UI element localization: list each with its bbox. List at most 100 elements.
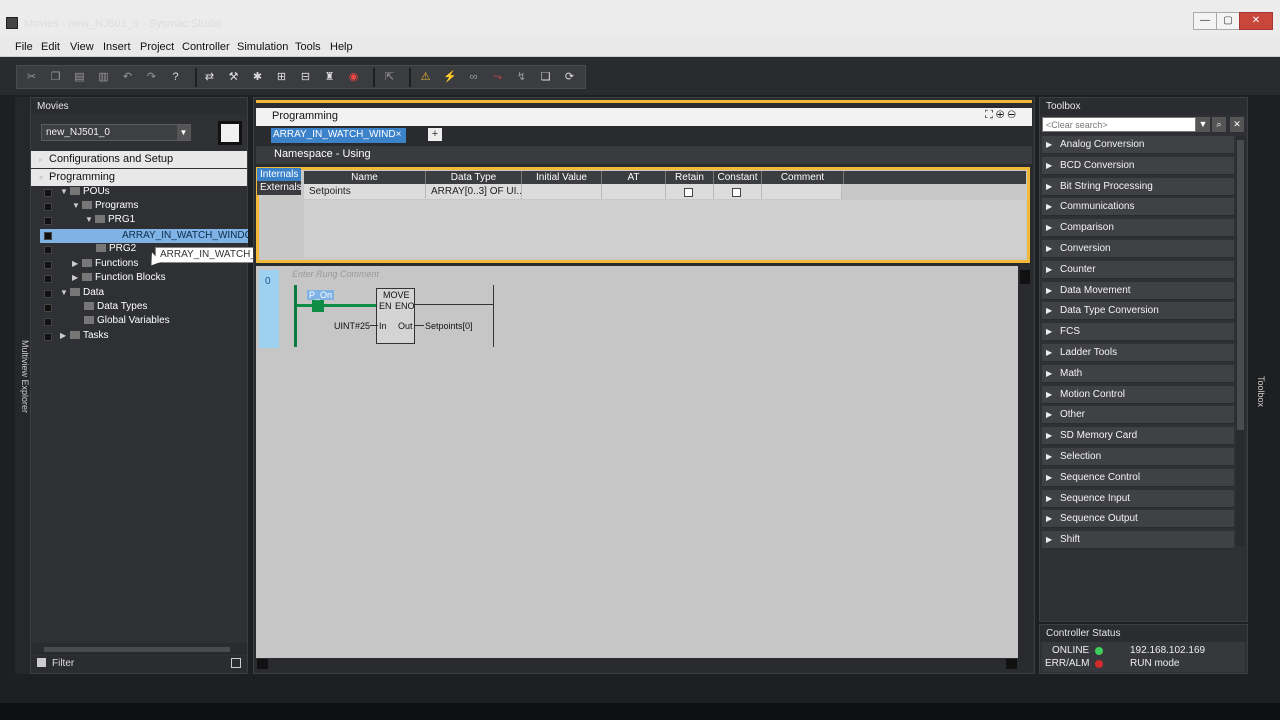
- toolbox-category[interactable]: ▶ Motion Control: [1042, 385, 1234, 404]
- toolbox-category[interactable]: ▶ Data Type Conversion: [1042, 302, 1234, 321]
- tree-item-prg1[interactable]: ▼ PRG1: [85, 214, 135, 228]
- menu-controller[interactable]: Controller: [182, 41, 230, 53]
- toolbox-vscroll-thumb[interactable]: [1237, 140, 1244, 430]
- filter-options-icon[interactable]: [231, 658, 241, 668]
- help-icon[interactable]: ?: [169, 71, 182, 84]
- menu-view[interactable]: View: [70, 41, 94, 53]
- namespace-bar[interactable]: Namespace - Using: [256, 146, 1032, 164]
- copy-icon[interactable]: ❐: [49, 71, 62, 84]
- toolbox-category[interactable]: ▶ BCD Conversion: [1042, 156, 1234, 175]
- tree-item-data-types[interactable]: Data Types: [84, 301, 147, 315]
- toolbox-category[interactable]: ▶ Communications: [1042, 198, 1234, 217]
- contact-p-on[interactable]: [312, 298, 324, 312]
- monitor-icon[interactable]: ⇱: [383, 71, 396, 84]
- column-data-type[interactable]: Data Type: [426, 171, 522, 184]
- tab-array-in-watch-window[interactable]: ARRAY_IN_WATCH_WIND×: [271, 128, 406, 143]
- find-icon[interactable]: ♜: [323, 71, 336, 84]
- menu-file[interactable]: File: [15, 41, 33, 53]
- column-constant[interactable]: Constant: [714, 171, 762, 184]
- toolbox-category[interactable]: ▶ Conversion: [1042, 240, 1234, 258]
- redo-icon[interactable]: ↷: [145, 71, 158, 84]
- table-row[interactable]: Setpoints ARRAY[0..3] OF UI...: [304, 184, 842, 199]
- retain-checkbox[interactable]: [684, 188, 693, 197]
- online-icon[interactable]: ⇄: [203, 71, 216, 84]
- cross-reference-icon[interactable]: ✱: [251, 71, 264, 84]
- cell-initial-value[interactable]: [522, 184, 602, 199]
- menu-project[interactable]: Project: [140, 41, 174, 53]
- explorer-scroll-thumb[interactable]: [44, 647, 230, 652]
- column-retain[interactable]: Retain: [666, 171, 714, 184]
- stop-icon[interactable]: ◉: [347, 71, 360, 84]
- warning-icon[interactable]: ⚠: [419, 71, 432, 84]
- maximize-button[interactable]: ▢: [1216, 12, 1240, 30]
- toolbox-category[interactable]: ▶ SD Memory Card: [1042, 427, 1234, 446]
- chevron-down-icon[interactable]: ▼: [1196, 117, 1210, 132]
- toolbox-side-label[interactable]: Toolbox: [1252, 376, 1266, 436]
- run-icon[interactable]: ↯: [515, 71, 528, 84]
- column-initial-value[interactable]: Initial Value: [522, 171, 602, 184]
- scroll-right-button[interactable]: [1006, 659, 1017, 669]
- output-variable[interactable]: Setpoints[0]: [425, 321, 473, 331]
- cut-icon[interactable]: ✂: [25, 71, 38, 84]
- tree-item-global-variables[interactable]: Global Variables: [84, 315, 170, 329]
- ladder-vscroll-thumb[interactable]: [1020, 270, 1030, 284]
- toolbox-category[interactable]: ▶ Sequence Control: [1042, 468, 1234, 487]
- section-configurations[interactable]: ▸ Configurations and Setup: [31, 151, 247, 168]
- paste-icon[interactable]: ▤: [73, 71, 86, 84]
- delete-icon[interactable]: ▥: [97, 71, 110, 84]
- cell-at[interactable]: [602, 184, 666, 199]
- filter-bar[interactable]: Filter: [31, 656, 247, 673]
- rung-comment[interactable]: Enter Rung Comment: [292, 269, 379, 279]
- minimize-button[interactable]: —: [1193, 12, 1217, 30]
- window-icon[interactable]: ❏: [539, 71, 552, 84]
- add-tab-button[interactable]: +: [428, 128, 442, 141]
- constant-checkbox[interactable]: [732, 188, 741, 197]
- ladder-vscrollbar[interactable]: [1019, 266, 1031, 658]
- column-at[interactable]: AT: [602, 171, 666, 184]
- ladder-hscrollbar[interactable]: [256, 658, 1018, 670]
- toolbox-category[interactable]: ▶ Counter: [1042, 260, 1234, 279]
- column-comment[interactable]: Comment: [762, 171, 844, 184]
- toolbox-category[interactable]: ▶ Sequence Input: [1042, 489, 1234, 508]
- close-button[interactable]: ✕: [1239, 12, 1273, 30]
- compare-icon[interactable]: ⊟: [299, 71, 312, 84]
- menu-tools[interactable]: Tools: [295, 41, 321, 53]
- contact-variable-name[interactable]: P_On: [307, 290, 335, 300]
- toolbox-category[interactable]: ▶ Bit String Processing: [1042, 177, 1234, 196]
- menu-insert[interactable]: Insert: [103, 41, 131, 53]
- synchronize-icon[interactable]: ⊞: [275, 71, 288, 84]
- toolbox-category[interactable]: ▶ Sequence Output: [1042, 510, 1234, 529]
- tab-externals[interactable]: Externals: [257, 181, 302, 195]
- input-value[interactable]: UINT#25: [334, 321, 370, 331]
- cell-data-type[interactable]: ARRAY[0..3] OF UI...: [426, 184, 522, 199]
- search-icon[interactable]: ⌕: [1212, 117, 1226, 132]
- clear-search-icon[interactable]: ✕: [1230, 117, 1244, 132]
- build-icon[interactable]: ⚒: [227, 71, 240, 84]
- scroll-left-button[interactable]: [257, 659, 268, 669]
- menu-help[interactable]: Help: [330, 41, 353, 53]
- menu-edit[interactable]: Edit: [41, 41, 60, 53]
- toolbox-search-input[interactable]: [1042, 117, 1196, 132]
- force-on-icon[interactable]: ⚡: [443, 71, 457, 84]
- zoom-icons[interactable]: ⛶ ⊕ ⊖: [985, 109, 1016, 122]
- toolbox-category[interactable]: ▶ FCS: [1042, 323, 1234, 342]
- force-cancel-icon[interactable]: ⤳: [491, 71, 504, 84]
- tree-item-functions[interactable]: ▶ Functions: [72, 258, 138, 272]
- toolbox-category[interactable]: ▶ Comparison: [1042, 219, 1234, 238]
- toolbox-category[interactable]: ▶ Analog Conversion: [1042, 136, 1234, 154]
- tree-item-prg2[interactable]: PRG2: [96, 243, 136, 257]
- tree-item-tasks[interactable]: ▶ Tasks: [60, 330, 109, 344]
- section-programming[interactable]: ▾ Programming: [31, 169, 247, 186]
- tree-item-programs[interactable]: ▼ Programs: [72, 200, 138, 214]
- tree-item-pous[interactable]: ▼ POUs: [60, 186, 110, 200]
- multiview-explorer-label[interactable]: Multiview Explorer: [15, 340, 30, 440]
- undo-icon[interactable]: ↶: [121, 71, 134, 84]
- column-name[interactable]: Name: [304, 171, 426, 184]
- tree-item-array-in-watch-window[interactable]: ARRAY_IN_WATCH_WINDOW: [122, 230, 262, 244]
- toolbox-category[interactable]: ▶ Ladder Tools: [1042, 344, 1234, 362]
- toolbox-category[interactable]: ▶ Shift: [1042, 531, 1234, 550]
- cell-name[interactable]: Setpoints: [304, 184, 426, 199]
- toolbox-category[interactable]: ▶ Data Movement: [1042, 281, 1234, 300]
- reset-icon[interactable]: ⟳: [563, 71, 576, 84]
- cell-comment[interactable]: [762, 184, 842, 199]
